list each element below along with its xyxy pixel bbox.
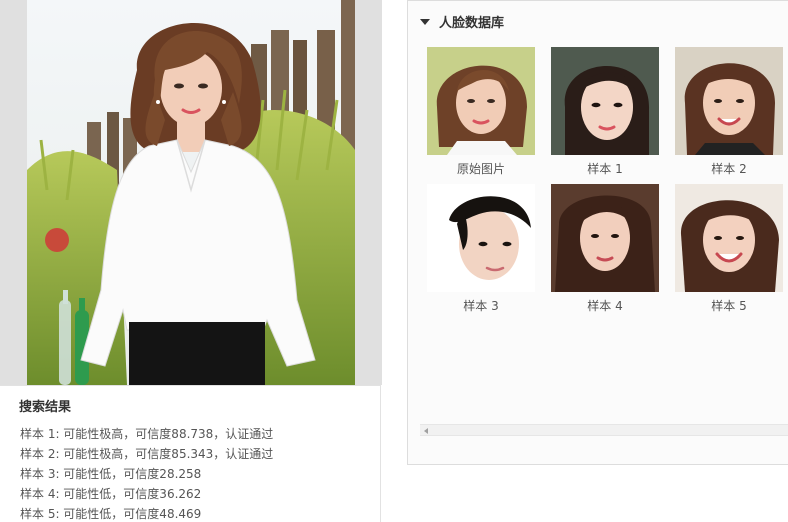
horizontal-scrollbar[interactable] <box>420 424 788 436</box>
query-photo-panel <box>0 0 382 385</box>
search-results-title: 搜索结果 <box>19 400 72 415</box>
result-line: 样本 1: 可能性极高，可信度88.738，认证通过 <box>20 427 274 441</box>
database-item-sample-2[interactable]: 样本 2 <box>675 47 783 177</box>
face-thumbnail-image <box>427 184 535 292</box>
query-photo-image <box>27 0 355 385</box>
caret-down-icon[interactable] <box>420 18 430 25</box>
face-database-panel: 人脸数据库 原始图片 样本 1 样本 2 样本 3 样本 4 样本 5 <box>407 0 788 465</box>
face-database-title: 人脸数据库 <box>439 15 505 31</box>
database-item-sample-1[interactable]: 样本 1 <box>551 47 659 177</box>
database-item-sample-3[interactable]: 样本 3 <box>427 184 535 314</box>
database-item-sample-5[interactable]: 样本 5 <box>675 184 783 314</box>
database-item-label: 样本 4 <box>587 299 623 313</box>
database-item-sample-4[interactable]: 样本 4 <box>551 184 659 314</box>
database-item-label: 原始图片 <box>456 162 505 176</box>
face-thumbnail-image <box>427 47 535 155</box>
face-thumbnail-image <box>675 184 783 292</box>
face-thumbnail[interactable] <box>675 184 783 292</box>
query-photo <box>27 0 355 385</box>
face-thumbnail[interactable] <box>551 47 659 155</box>
arrow-left-icon[interactable] <box>424 428 428 434</box>
search-results-list: 样本 1: 可能性极高，可信度88.738，认证通过 样本 2: 可能性极高，可… <box>20 424 273 522</box>
face-database-header[interactable]: 人脸数据库 <box>420 11 504 31</box>
face-thumbnail[interactable] <box>427 184 535 292</box>
result-line: 样本 3: 可能性低，可信度28.258 <box>20 467 202 481</box>
database-item-label: 样本 3 <box>463 299 499 313</box>
database-item-original[interactable]: 原始图片 <box>427 47 535 177</box>
app-root: 搜索结果 样本 1: 可能性极高，可信度88.738，认证通过 样本 2: 可能… <box>0 0 788 522</box>
face-thumbnail[interactable] <box>427 47 535 155</box>
database-item-label: 样本 2 <box>711 162 747 176</box>
database-item-label: 样本 1 <box>587 162 623 176</box>
result-line: 样本 5: 可能性低，可信度48.469 <box>20 507 202 521</box>
face-thumbnail-image <box>551 47 659 155</box>
face-thumbnail[interactable] <box>675 47 783 155</box>
result-line: 样本 2: 可能性极高，可信度85.343，认证通过 <box>20 447 274 461</box>
database-item-label: 样本 5 <box>711 299 747 313</box>
face-thumbnail-image <box>551 184 659 292</box>
face-thumbnail[interactable] <box>551 184 659 292</box>
search-results-panel: 搜索结果 样本 1: 可能性极高，可信度88.738，认证通过 样本 2: 可能… <box>0 385 381 522</box>
scrollbar-thumb[interactable] <box>434 427 774 433</box>
face-thumbnail-image <box>675 47 783 155</box>
result-line: 样本 4: 可能性低，可信度36.262 <box>20 487 202 501</box>
